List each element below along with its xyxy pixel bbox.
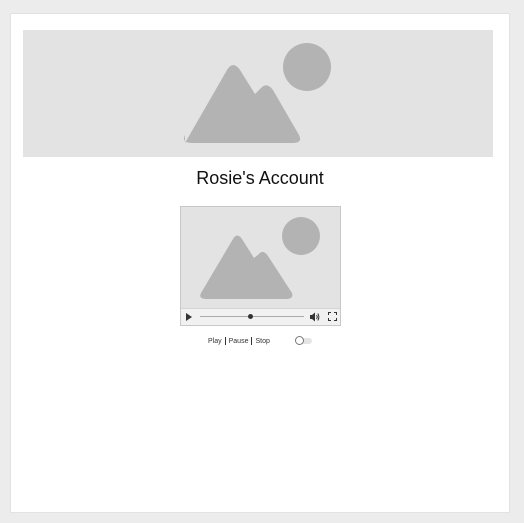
stop-link[interactable]: Stop: [255, 338, 269, 345]
fullscreen-icon[interactable]: [328, 312, 337, 321]
divider: [251, 337, 253, 345]
image-placeholder-icon: [184, 43, 331, 143]
playback-links: Play Pause Stop: [208, 337, 270, 345]
video-player[interactable]: [180, 206, 341, 326]
video-controls: [181, 308, 340, 325]
banner-image: [23, 30, 493, 157]
toggle-switch[interactable]: [295, 336, 312, 346]
play-link[interactable]: Play: [208, 338, 222, 345]
pause-link[interactable]: Pause: [229, 338, 249, 345]
volume-icon[interactable]: [309, 312, 320, 322]
toggle-thumb: [295, 336, 304, 345]
play-icon[interactable]: [186, 313, 192, 321]
divider: [224, 337, 226, 345]
image-placeholder-icon: [200, 217, 320, 299]
account-card: Rosie's Account Play Pause Stop: [10, 13, 510, 513]
page-title: Rosie's Account: [196, 168, 324, 188]
seek-handle[interactable]: [248, 314, 253, 319]
